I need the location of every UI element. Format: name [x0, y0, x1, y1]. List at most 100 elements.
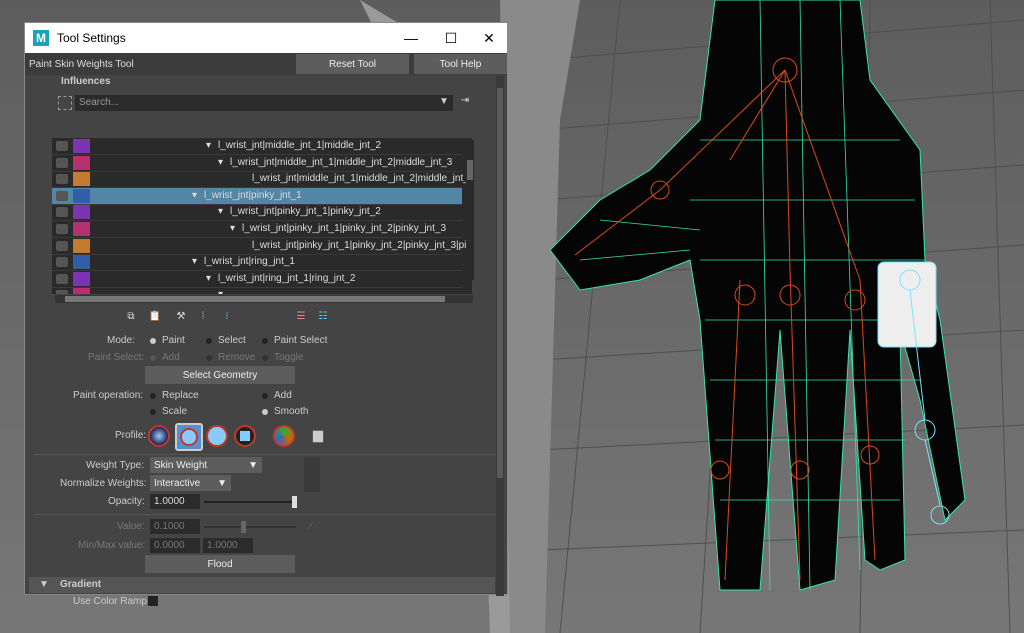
search-dropdown-icon[interactable]: ▼ — [439, 96, 449, 107]
mode-paint-label[interactable]: Paint — [162, 335, 185, 346]
op-add-label[interactable]: Add — [274, 390, 292, 401]
copy-weights-icon[interactable]: ⧉ — [125, 310, 137, 322]
influence-row[interactable]: ▾ l_wrist_jnt|middle_jnt_1|middle_jnt_2 — [52, 138, 462, 155]
mode-paint-radio[interactable] — [150, 338, 156, 344]
influence-row[interactable]: ▾ — [52, 287, 462, 294]
influence-color-swatch[interactable] — [73, 205, 90, 220]
flat-list-icon[interactable]: ☷ — [317, 310, 329, 322]
eyedropper-icon: ⁄ — [310, 520, 312, 532]
opacity-field[interactable]: 1.0000 — [150, 494, 200, 509]
influence-list[interactable]: ▾ l_wrist_jnt|middle_jnt_1|middle_jnt_2 ▾ l… — [52, 138, 472, 294]
profile-soft-icon[interactable] — [175, 423, 203, 451]
expand-arrow-icon[interactable]: ▾ — [218, 206, 223, 217]
lock-icon[interactable] — [56, 273, 68, 284]
influence-label: l_wrist_jnt|pinky_jnt_1|pinky_jnt_2 — [230, 206, 381, 218]
mode-paint-select-label[interactable]: Paint Select — [274, 335, 327, 346]
expand-arrow-icon[interactable]: ▾ — [206, 140, 211, 151]
op-smooth-label[interactable]: Smooth — [274, 406, 308, 417]
weight-type-dropdown[interactable]: Skin Weight ▼ — [150, 457, 262, 473]
influence-label: l_wrist_jnt|ring_jnt_1 — [204, 256, 295, 268]
influence-row[interactable]: ▾ l_wrist_jnt|pinky_jnt_1|pinky_jnt_2 — [52, 204, 462, 222]
weight-type-label: Weight Type: — [86, 460, 144, 471]
use-color-ramp-checkbox[interactable] — [148, 596, 158, 606]
opacity-slider-track[interactable] — [204, 496, 297, 508]
lock-icon[interactable] — [56, 174, 68, 185]
maximize-button[interactable]: ☐ — [431, 23, 471, 53]
filter-icon[interactable] — [58, 96, 72, 110]
influence-color-swatch[interactable] — [73, 188, 90, 203]
settings-panel: Influences Search... ▼ ⇥ ▾ l_wrist_jnt|mi… — [25, 76, 507, 607]
op-scale-radio[interactable] — [150, 409, 156, 415]
expand-arrow-icon[interactable]: ▾ — [218, 289, 223, 294]
influence-row[interactable]: ▾ l_wrist_jnt|ring_jnt_1|ring_jnt_2 — [52, 271, 462, 288]
minimize-button[interactable]: — — [391, 23, 431, 53]
influences-header[interactable]: Influences — [61, 76, 110, 87]
weight-hammer-icon[interactable]: ⚒ — [175, 310, 187, 322]
hscroll-thumb[interactable] — [65, 296, 445, 302]
lock-icon[interactable] — [56, 157, 68, 168]
expand-arrow-icon[interactable]: ▾ — [192, 190, 197, 201]
profile-square-icon[interactable] — [234, 425, 256, 447]
op-scale-label[interactable]: Scale — [162, 406, 187, 417]
flood-button[interactable]: Flood — [145, 555, 295, 573]
pin-icon[interactable]: ⇥ — [459, 94, 471, 106]
lock-icon[interactable] — [56, 240, 68, 251]
tool-help-button[interactable]: Tool Help — [414, 54, 507, 74]
profile-solid-icon[interactable] — [206, 425, 228, 447]
select-geometry-button[interactable]: Select Geometry — [145, 366, 295, 384]
gradient-section-header[interactable]: ▼ Gradient — [29, 577, 495, 593]
expand-arrow-icon[interactable]: ▾ — [206, 273, 211, 284]
normalize-dropdown[interactable]: Interactive ▼ — [150, 475, 231, 491]
lock-icon[interactable] — [56, 224, 68, 234]
paste-weights-icon[interactable]: 📋 — [149, 310, 161, 322]
influence-color-swatch[interactable] — [73, 288, 90, 294]
influence-row[interactable]: ▾ l_wrist_jnt|ring_jnt_1 — [52, 254, 462, 272]
show-influences-icon[interactable]: ⁝ — [221, 310, 233, 322]
profile-gaussian-icon[interactable] — [148, 425, 170, 447]
lock-icon[interactable] — [56, 207, 68, 218]
op-replace-label[interactable]: Replace — [162, 390, 199, 401]
title-bar[interactable]: M Tool Settings — ☐ ✕ — [25, 23, 507, 53]
weight-type-value: Skin Weight — [154, 459, 208, 471]
profile-image-icon[interactable] — [273, 425, 295, 447]
influence-color-swatch[interactable] — [73, 238, 90, 253]
influence-color-swatch[interactable] — [73, 172, 90, 187]
influence-color-swatch[interactable] — [73, 255, 90, 270]
influence-color-swatch[interactable] — [73, 271, 90, 286]
lock-icon[interactable] — [56, 257, 68, 268]
influence-color-swatch[interactable] — [73, 222, 90, 236]
influence-color-swatch[interactable] — [73, 155, 90, 170]
influence-row[interactable]: ▾ l_wrist_jnt|middle_jnt_1|middle_jnt_2|m… — [52, 155, 462, 172]
expand-arrow-icon[interactable]: ▾ — [192, 256, 197, 267]
influence-row[interactable]: l_wrist_jnt|middle_jnt_1|middle_jnt_2|mi… — [52, 171, 472, 189]
tool-settings-window: M Tool Settings — ☐ ✕ Paint Skin Weights… — [24, 22, 508, 607]
panel-vscroll[interactable] — [496, 76, 504, 596]
influence-row[interactable]: ▾ l_wrist_jnt|pinky_jnt_1|pinky_jnt_2|pin… — [52, 221, 462, 238]
close-button[interactable]: ✕ — [469, 23, 509, 53]
influence-row[interactable]: ▾ l_wrist_jnt|pinky_jnt_1 — [52, 187, 462, 205]
expand-arrow-icon[interactable]: ▾ — [230, 223, 235, 234]
influence-list-hscroll[interactable] — [55, 295, 473, 303]
vscroll-thumb[interactable] — [467, 160, 473, 180]
expand-arrow-icon[interactable]: ▾ — [218, 157, 223, 168]
panel-vscroll-thumb[interactable] — [497, 88, 503, 478]
lock-icon[interactable] — [56, 190, 68, 201]
folder-icon[interactable]: ▆ — [312, 427, 324, 442]
lock-icon[interactable] — [56, 290, 68, 294]
arm-silhouette — [500, 0, 580, 633]
op-add-radio[interactable] — [262, 393, 268, 399]
lock-icon[interactable] — [56, 141, 68, 151]
mode-paint-select-radio[interactable] — [262, 338, 268, 344]
opacity-slider-thumb[interactable] — [292, 496, 297, 508]
influence-row[interactable]: l_wrist_jnt|pinky_jnt_1|pinky_jnt_2|pink… — [52, 238, 472, 255]
mode-select-label[interactable]: Select — [218, 335, 246, 346]
sort-list-icon[interactable]: ☰ — [295, 310, 307, 322]
reset-tool-button[interactable]: Reset Tool — [296, 54, 409, 74]
influence-color-swatch[interactable] — [73, 139, 90, 153]
move-weights-icon[interactable]: ⁞ — [197, 310, 209, 322]
mode-select-radio[interactable] — [206, 338, 212, 344]
influence-list-vscroll[interactable] — [466, 140, 474, 280]
op-replace-radio[interactable] — [150, 393, 156, 399]
op-smooth-radio[interactable] — [262, 409, 268, 415]
influence-search-input[interactable]: Search... ▼ — [75, 95, 453, 111]
